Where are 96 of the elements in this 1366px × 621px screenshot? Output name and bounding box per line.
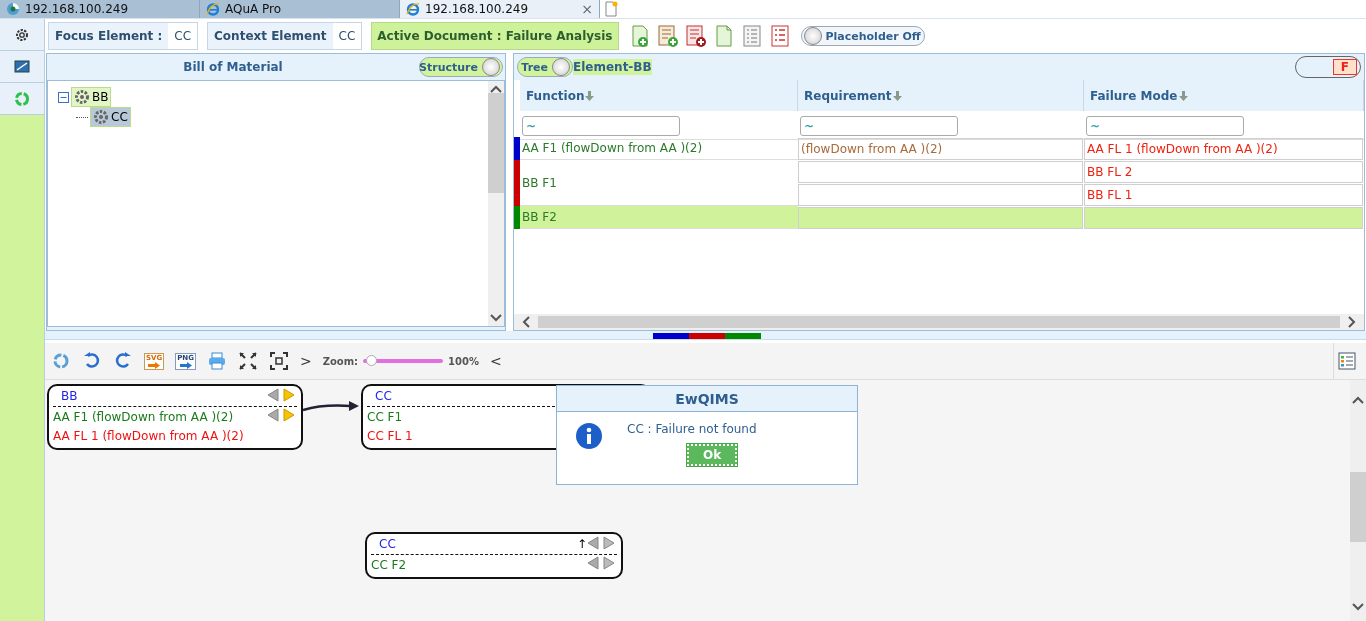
- browser-tab[interactable]: 192.168.100.249: [0, 0, 200, 18]
- tree-item[interactable]: BB: [71, 87, 112, 107]
- chevron-down-icon[interactable]: [1352, 603, 1364, 611]
- node-title: BB: [61, 389, 78, 403]
- node-line-text: CC F1: [367, 409, 403, 424]
- arrow-icon: [179, 361, 192, 369]
- print-icon[interactable]: [206, 351, 227, 371]
- table-cell[interactable]: (flowDown from AA )(2): [798, 138, 1083, 160]
- node-line-text: AA F1 (flowDown from AA )(2): [53, 409, 234, 424]
- chevron-left-icon[interactable]: [522, 316, 530, 328]
- active-document-label: Active Document : Failure Analysis: [371, 22, 619, 50]
- settings-icon[interactable]: [14, 26, 30, 43]
- tree-label: CC: [111, 110, 128, 124]
- navigation-arrows-icon[interactable]: [267, 387, 297, 402]
- add-numbered-list-icon[interactable]: [683, 24, 708, 48]
- node-title: CC: [375, 389, 392, 403]
- node-line-text: CC FL 1: [367, 428, 413, 443]
- field-label: Context Element: [213, 29, 328, 43]
- chevron-down-icon[interactable]: [490, 314, 502, 322]
- dialog-title: EwQIMS: [557, 386, 857, 412]
- sort-arrow-icon[interactable]: [892, 90, 902, 101]
- gear-icon: [93, 109, 109, 125]
- refresh-icon[interactable]: [51, 351, 71, 371]
- info-icon: [575, 422, 603, 450]
- table-cell[interactable]: [798, 161, 1083, 183]
- node-line-text: AA FL 1 (flowDown from AA )(2): [53, 428, 244, 443]
- field-value: CC: [168, 23, 198, 49]
- node-title: CC: [379, 537, 396, 551]
- tree-item[interactable]: CC: [90, 107, 131, 127]
- table-cell[interactable]: AA F1 (flowDown from AA )(2): [520, 137, 798, 160]
- collapse-icon[interactable]: [58, 91, 69, 103]
- browser-tab[interactable]: AQuA Pro: [200, 0, 400, 18]
- undo-icon[interactable]: [82, 351, 102, 371]
- toggle-switch[interactable]: Structure: [419, 57, 503, 77]
- table-cell[interactable]: [798, 184, 1083, 206]
- scrollbar[interactable]: [1350, 380, 1366, 621]
- node-line-text: CC F2: [371, 557, 407, 572]
- scrollbar[interactable]: [488, 81, 504, 326]
- browser-logo-icon: [206, 2, 220, 16]
- toggle-switch[interactable]: Placeholder Off: [800, 26, 925, 46]
- diagram-node[interactable]: CC ↑ CC F2: [365, 532, 623, 579]
- tab-title: 192.168.100.249: [25, 2, 129, 16]
- filter-field[interactable]: ~: [522, 116, 680, 136]
- gear-icon: [74, 89, 90, 105]
- toggle-switch[interactable]: Tree: [517, 57, 573, 77]
- sort-arrow-icon[interactable]: [1178, 90, 1188, 101]
- table-cell[interactable]: [1084, 207, 1363, 229]
- diagram-node[interactable]: BB AA F1 (flowDown from AA )(2) AA FL 1 (flowDown from AA )(2): [47, 384, 303, 450]
- slider-thumb[interactable]: [366, 355, 378, 366]
- connector-arrow: [303, 400, 361, 414]
- close-icon[interactable]: ×: [581, 1, 593, 17]
- toggle-label: Placeholder Off: [825, 29, 921, 43]
- browser-tab[interactable]: 192.168.100.249 ×: [400, 0, 600, 18]
- new-tab-icon[interactable]: [603, 1, 619, 17]
- table-cell[interactable]: [798, 207, 1083, 229]
- up-arrow-icon[interactable]: ↑: [576, 537, 587, 551]
- zoom-value: 100%: [448, 355, 479, 367]
- tab-title: AQuA Pro: [225, 2, 282, 16]
- arrow-icon: [148, 361, 161, 369]
- toggle-label: Tree: [521, 60, 548, 74]
- monitor-icon[interactable]: [14, 58, 30, 75]
- expand-icon[interactable]: [237, 351, 258, 371]
- redo-icon[interactable]: [113, 351, 133, 371]
- sort-arrow-icon[interactable]: [585, 90, 595, 101]
- field-value: CC: [332, 23, 362, 49]
- column-header[interactable]: Function: [520, 80, 798, 111]
- table-cell[interactable]: BB FL 1: [1084, 184, 1363, 206]
- filter-field[interactable]: ~: [1086, 116, 1244, 136]
- navigation-arrows-icon[interactable]: [587, 535, 617, 550]
- chevron-up-icon[interactable]: [1352, 396, 1364, 404]
- next-button[interactable]: >: [299, 353, 312, 369]
- scrollbar[interactable]: [514, 314, 1364, 330]
- column-header[interactable]: Failure Mode: [1084, 80, 1364, 111]
- chevron-up-icon[interactable]: [490, 85, 502, 93]
- navigation-arrows-icon[interactable]: [587, 556, 617, 570]
- tree-label: BB: [92, 90, 109, 104]
- app-logo-icon: [6, 2, 20, 16]
- toggle-label: Structure: [419, 60, 478, 74]
- element-label: Element-BB: [573, 59, 652, 75]
- panel-title: Bill of Material: [182, 60, 284, 74]
- navigation-arrows-icon[interactable]: [267, 408, 297, 422]
- fit-to-screen-icon[interactable]: [268, 351, 289, 371]
- field-label: Focus Element :: [54, 29, 164, 43]
- table-cell[interactable]: AA FL 1 (flowDown from AA )(2): [1084, 138, 1363, 160]
- recycle-icon[interactable]: [14, 90, 30, 107]
- zoom-label: Zoom:: [322, 355, 359, 367]
- table-cell[interactable]: BB FL 2: [1084, 161, 1363, 183]
- tab-title: 192.168.100.249: [425, 2, 529, 16]
- filter-field[interactable]: ~: [800, 116, 958, 136]
- previous-button[interactable]: <: [490, 353, 502, 369]
- column-header[interactable]: Requirement: [798, 80, 1084, 111]
- browser-logo-icon: [406, 2, 420, 16]
- chevron-right-icon[interactable]: [1348, 316, 1356, 328]
- legend-icon[interactable]: [1337, 351, 1357, 371]
- toggle-label: F: [1332, 59, 1357, 75]
- table-cell[interactable]: BB F2: [520, 206, 798, 229]
